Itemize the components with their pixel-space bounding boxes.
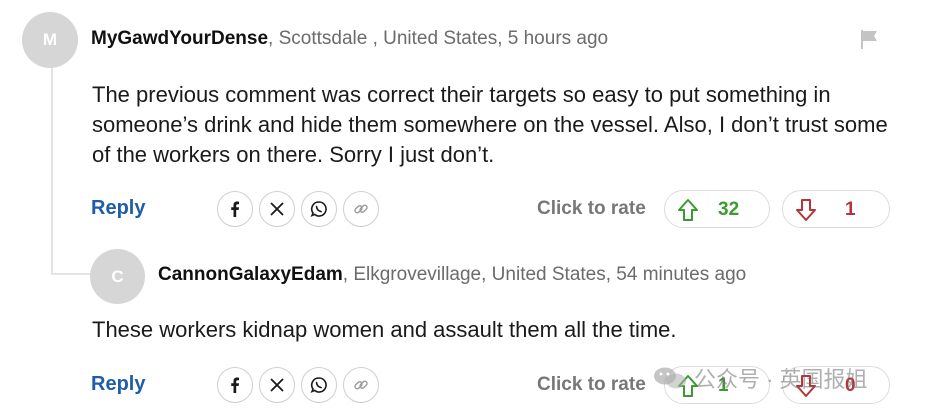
location-time: , Scottsdale , United States, 5 hours ag… — [268, 28, 609, 49]
whatsapp-icon — [310, 377, 327, 393]
username[interactable]: MyGawdYourDense — [91, 28, 268, 49]
username[interactable]: CannonGalaxyEdam — [158, 264, 343, 285]
thumbs-down-arrow-icon — [796, 199, 816, 221]
upvote-button[interactable]: 32 — [664, 190, 770, 228]
avatar: C — [90, 249, 145, 304]
comment-body: The previous comment was correct their t… — [92, 82, 888, 167]
share-whatsapp-button[interactable] — [301, 191, 337, 227]
link-icon — [354, 204, 368, 214]
whatsapp-icon — [310, 201, 327, 217]
thread-line — [51, 68, 53, 273]
facebook-icon — [231, 377, 239, 393]
location-time: , Elkgrovevillage, United States, 54 min… — [342, 264, 747, 285]
upvote-count: 32 — [718, 199, 740, 220]
wechat-icon — [654, 367, 686, 389]
copy-link-button[interactable] — [343, 191, 379, 227]
avatar: M — [22, 12, 78, 68]
watermark: 公众号 · 英国报姐 — [652, 363, 868, 393]
share-facebook-button[interactable] — [217, 367, 253, 403]
x-icon — [270, 378, 284, 392]
comment-body: These workers kidnap women and assault t… — [92, 317, 677, 342]
share-x-button[interactable] — [259, 367, 295, 403]
share-facebook-button[interactable] — [217, 191, 253, 227]
share-whatsapp-button[interactable] — [301, 367, 337, 403]
link-icon — [354, 380, 368, 390]
downvote-button[interactable]: 1 — [782, 190, 890, 228]
reply-button[interactable]: Reply — [91, 197, 145, 220]
thread-line-branch — [51, 273, 91, 275]
flag-icon[interactable] — [858, 28, 882, 50]
x-icon — [270, 202, 284, 216]
click-to-rate-label: Click to rate — [537, 374, 646, 395]
click-to-rate-label: Click to rate — [537, 198, 646, 219]
thumbs-up-arrow-icon — [678, 199, 698, 221]
share-x-button[interactable] — [259, 191, 295, 227]
copy-link-button[interactable] — [343, 367, 379, 403]
watermark-text: 公众号 · 英国报姐 — [694, 367, 868, 392]
downvote-count: 1 — [845, 199, 856, 220]
comment-meta: CannonGalaxyEdam, Elkgrovevillage, Unite… — [158, 264, 746, 286]
comment-meta: MyGawdYourDense, Scottsdale , United Sta… — [91, 28, 608, 50]
reply-button[interactable]: Reply — [91, 373, 145, 396]
facebook-icon — [231, 201, 239, 217]
